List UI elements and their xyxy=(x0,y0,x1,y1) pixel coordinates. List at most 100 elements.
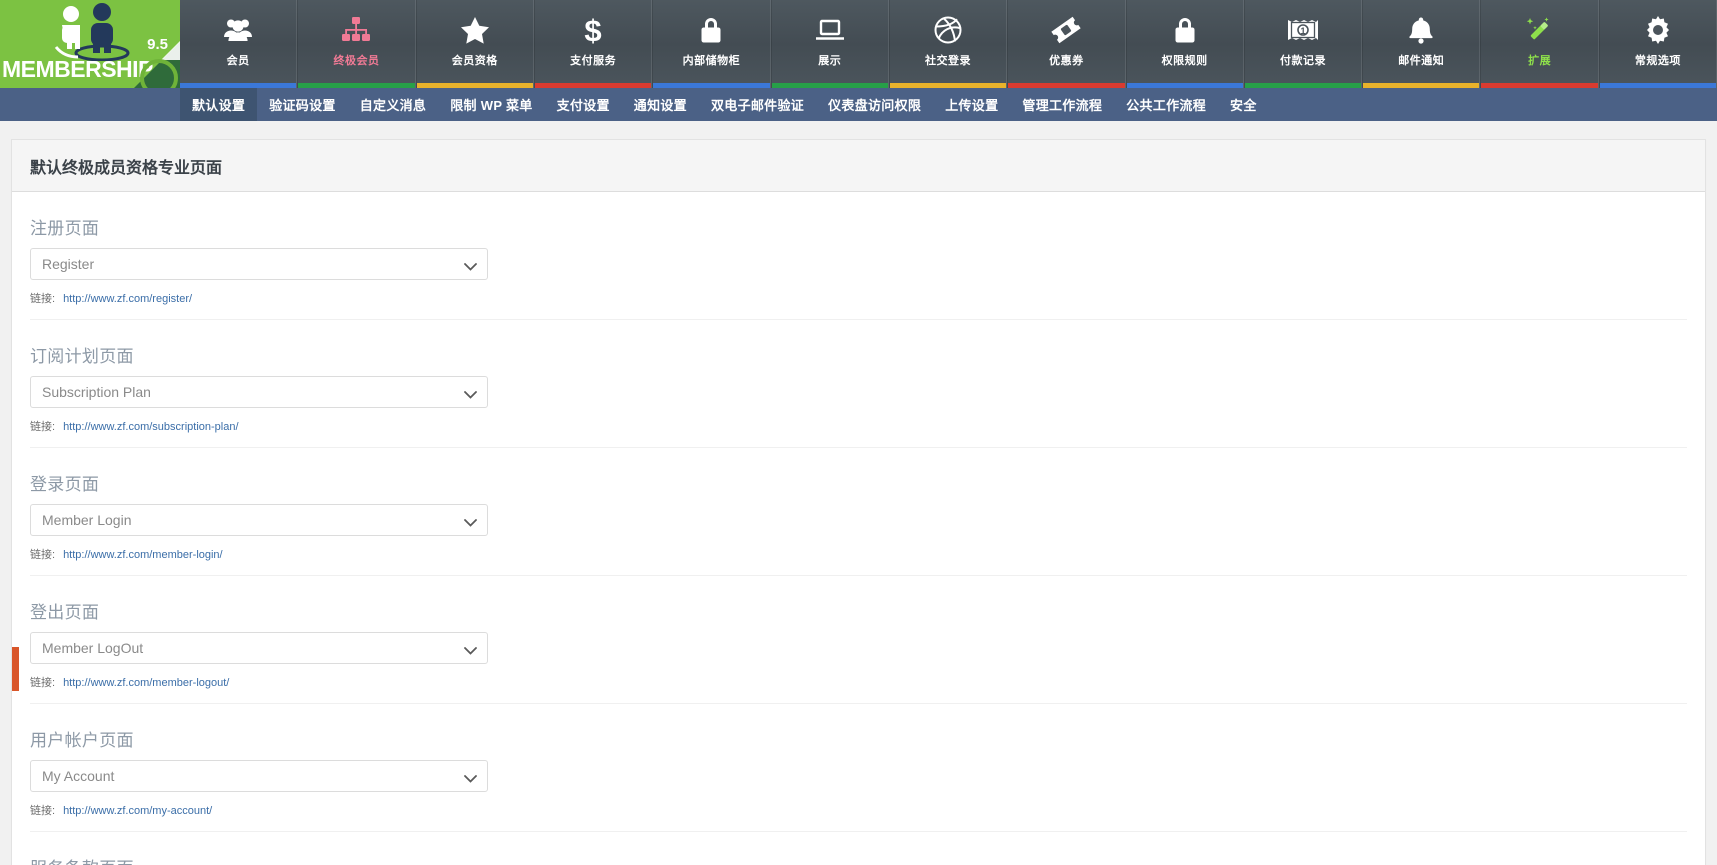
settings-panel: 默认终极成员资格专业页面 注册页面 Register 链接: http://www.z… xyxy=(11,139,1706,865)
link-line-register-page: 链接: http://www.zf.com/register/ xyxy=(30,290,1687,306)
top-nav-stripe xyxy=(771,83,888,88)
magic-wand-icon xyxy=(1525,11,1555,49)
top-nav-label: 权限规则 xyxy=(1161,55,1208,67)
sub-tab-0[interactable]: 默认设置 xyxy=(180,88,258,121)
laptop-icon xyxy=(815,11,845,49)
field-row-member-logout-page: 登出页面 Member LogOut 链接: http://www.zf.com/me… xyxy=(30,576,1687,704)
select-wrapper-my-account-page: My Account xyxy=(30,760,488,792)
top-nav-item-6[interactable]: 社交登录 xyxy=(888,0,1008,88)
top-nav-label: 常规选项 xyxy=(1634,55,1681,67)
top-nav-item-4[interactable]: 内部储物柜 xyxy=(652,0,771,88)
top-nav-stripe xyxy=(180,83,297,88)
top-nav-label: 展示 xyxy=(818,55,842,67)
top-nav-items: 会员 终极会员 会员资格 $ 支付服务 内部储物柜 展示 社交登录 优惠券 权限规则 1 付款记录 邮件… xyxy=(180,0,1717,88)
select-wrapper-member-login-page: Member Login xyxy=(30,504,488,536)
top-nav-item-8[interactable]: 权限规则 xyxy=(1125,0,1244,88)
field-row-my-account-page: 用户帐户页面 My Account 链接: http://www.zf.com/my-… xyxy=(30,704,1687,832)
link-line-member-login-page: 链接: http://www.zf.com/member-login/ xyxy=(30,546,1687,562)
link-url-member-logout-page[interactable]: http://www.zf.com/member-logout/ xyxy=(63,677,229,689)
field-label-register-page: 注册页面 xyxy=(30,219,100,238)
top-nav-stripe xyxy=(416,83,533,88)
sub-tab-5[interactable]: 通知设置 xyxy=(622,88,699,121)
sub-tab-1[interactable]: 验证码设置 xyxy=(257,88,348,121)
link-url-register-page[interactable]: http://www.zf.com/register/ xyxy=(63,293,192,305)
top-nav-item-10[interactable]: 邮件通知 xyxy=(1362,0,1481,88)
select-register-page[interactable]: Register xyxy=(30,248,488,280)
top-nav-label: 会员资格 xyxy=(451,55,498,67)
top-nav-item-1[interactable]: 终极会员 xyxy=(297,0,416,88)
panel-header: 默认终极成员资格专业页面 xyxy=(12,140,1705,192)
dollar-icon: $ xyxy=(582,11,604,49)
select-member-logout-page[interactable]: Member LogOut xyxy=(30,632,488,664)
link-prefix: 链接: xyxy=(30,421,56,433)
select-member-login-page[interactable]: Member Login xyxy=(30,504,488,536)
lock-icon xyxy=(1173,11,1197,49)
sitemap-icon xyxy=(341,11,371,49)
field-row-register-page: 注册页面 Register 链接: http://www.zf.com/registe… xyxy=(30,192,1687,320)
top-nav-label: 终极会员 xyxy=(333,55,380,67)
top-nav-label: 社交登录 xyxy=(925,55,972,67)
select-my-account-page[interactable]: My Account xyxy=(30,760,488,792)
top-nav-item-3[interactable]: $ 支付服务 xyxy=(533,0,653,88)
select-subscription-plan-page[interactable]: Subscription Plan xyxy=(30,376,488,408)
page-body: 默认终极成员资格专业页面 注册页面 Register 链接: http://www.z… xyxy=(0,121,1717,865)
logo-corner-fold-highlight xyxy=(161,41,180,60)
top-nav-item-12[interactable]: 常规选项 xyxy=(1598,0,1717,88)
sub-tab-8[interactable]: 上传设置 xyxy=(933,88,1010,121)
top-nav-stripe xyxy=(1244,83,1362,88)
sub-tab-4[interactable]: 支付设置 xyxy=(545,88,622,121)
sub-tab-bar: 默认设置 验证码设置 自定义消息 限制 WP 菜单 支付设置 通知设置 双电子邮件验证 仪表盘… xyxy=(0,88,1717,121)
top-nav-label: 优惠券 xyxy=(1049,55,1084,67)
membership-people-icon xyxy=(54,3,130,61)
link-prefix: 链接: xyxy=(30,805,56,817)
top-nav-item-0[interactable]: 会员 xyxy=(180,0,298,88)
top-nav-stripe xyxy=(298,83,415,88)
link-url-my-account-page[interactable]: http://www.zf.com/my-account/ xyxy=(63,805,212,817)
top-nav-item-11[interactable]: 扩展 xyxy=(1480,0,1599,88)
ticket-icon xyxy=(1051,11,1082,49)
sub-tab-6[interactable]: 双电子邮件验证 xyxy=(699,88,816,121)
top-nav-stripe xyxy=(534,83,652,88)
top-nav-stripe xyxy=(1126,83,1243,88)
select-wrapper-register-page: Register xyxy=(30,248,488,280)
field-label-subscription-plan-page: 订阅计划页面 xyxy=(30,347,134,366)
top-nav-label: 支付服务 xyxy=(570,55,617,67)
top-nav-item-9[interactable]: 1 付款记录 xyxy=(1243,0,1363,88)
top-nav-stripe xyxy=(653,83,770,88)
sub-tab-11[interactable]: 安全 xyxy=(1218,88,1269,121)
panel-body: 注册页面 Register 链接: http://www.zf.com/registe… xyxy=(12,192,1705,865)
link-line-member-logout-page: 链接: http://www.zf.com/member-logout/ xyxy=(30,674,1687,690)
top-nav-stripe xyxy=(1599,83,1717,88)
field-row-subscription-plan-page: 订阅计划页面 Subscription Plan 链接: http://www.zf.… xyxy=(30,320,1687,448)
sub-tab-10[interactable]: 公共工作流程 xyxy=(1114,88,1218,121)
field-row-member-login-page: 登录页面 Member Login 链接: http://www.zf.com/mem… xyxy=(30,448,1687,576)
top-nav-item-2[interactable]: 会员资格 xyxy=(415,0,534,88)
top-nav-stripe xyxy=(889,83,1007,88)
field-label-member-logout-page: 登出页面 xyxy=(30,603,100,622)
sub-tab-2[interactable]: 自定义消息 xyxy=(348,88,439,121)
page-title: 默认终极成员资格专业页面 xyxy=(30,159,223,177)
link-line-subscription-plan-page: 链接: http://www.zf.com/subscription-plan/ xyxy=(30,418,1687,434)
brand-logo[interactable]: 9.5 MEMBERSHIP PRO xyxy=(0,0,180,88)
lock-icon xyxy=(699,11,723,49)
top-nav-label: 邮件通知 xyxy=(1398,55,1445,67)
sub-tab-3[interactable]: 限制 WP 菜单 xyxy=(438,88,544,121)
left-edge-marker xyxy=(12,647,19,691)
gear-icon xyxy=(1644,11,1672,49)
link-url-member-login-page[interactable]: http://www.zf.com/member-login/ xyxy=(63,549,223,561)
field-row-member-tos-page: 服务条款页面Member TOS Page xyxy=(30,832,1687,865)
top-nav-stripe xyxy=(1363,83,1480,88)
top-nav-label: 付款记录 xyxy=(1279,55,1326,67)
link-prefix: 链接: xyxy=(30,293,56,305)
link-url-subscription-plan-page[interactable]: http://www.zf.com/subscription-plan/ xyxy=(63,421,238,433)
sub-tab-9[interactable]: 管理工作流程 xyxy=(1010,88,1114,121)
top-nav-label: 内部储物柜 xyxy=(682,55,741,67)
svg-text:$: $ xyxy=(584,15,601,45)
users-icon xyxy=(223,11,253,49)
top-nav-item-7[interactable]: 优惠券 xyxy=(1007,0,1126,88)
top-nav-item-5[interactable]: 展示 xyxy=(770,0,889,88)
field-label-member-tos-page: 服务条款页面 xyxy=(30,854,1687,865)
select-wrapper-subscription-plan-page: Subscription Plan xyxy=(30,376,488,408)
sub-tab-7[interactable]: 仪表盘访问权限 xyxy=(816,88,933,121)
top-nav-stripe xyxy=(1481,83,1598,88)
